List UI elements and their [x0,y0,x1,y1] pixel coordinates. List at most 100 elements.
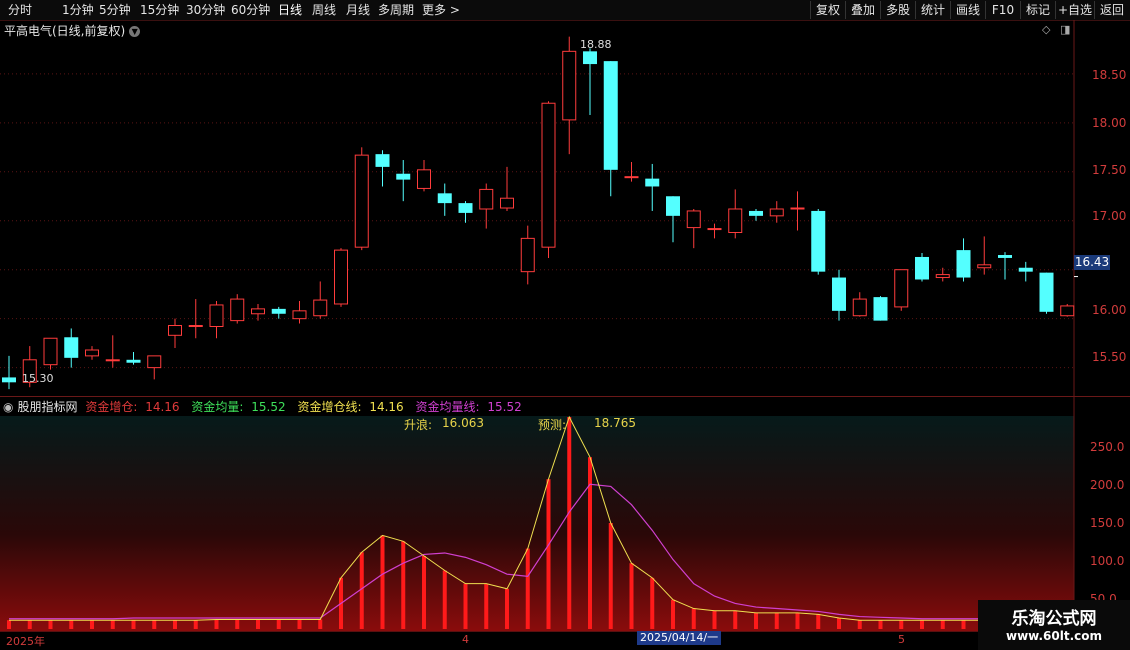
volume-bar [256,619,260,629]
candle-body [1039,272,1054,312]
volume-bar [235,619,240,629]
watermark: 乐淘公式网 www.60lt.com [978,600,1130,650]
legend-fund-average-line: 资金均量线: 15.52 [416,400,526,414]
volume-bar [152,620,157,629]
candle-body [458,203,473,213]
volume-bar [608,523,613,629]
tab-1min[interactable]: 1分钟 [62,2,94,18]
volume-bar [878,620,883,629]
period-toolbar: 分时 1分钟 5分钟 15分钟 30分钟 60分钟 日线 周线 月线 多周期 更… [0,0,1130,21]
candle-body [147,355,162,369]
candle-body [811,210,826,272]
legend-value: 14.16 [369,400,404,414]
y-tick-label: 17.50 [1092,163,1127,177]
volume-bar [131,620,136,629]
candle-body [998,255,1012,258]
volume-bar [650,577,655,629]
candle-body [85,349,99,357]
date-label-april: 4 [462,633,469,646]
add-watchlist-button[interactable]: +自选 [1055,1,1094,19]
date-label-may: 5 [898,633,905,646]
candle-body [749,210,763,216]
diamond-icon[interactable]: ◇ [1042,23,1050,36]
candle-body [956,250,971,278]
volume-bar [505,588,509,629]
candle-body [209,304,224,327]
draw-line-button[interactable]: 画线 [950,1,985,19]
indicator-name[interactable]: 股朋指标网 [17,400,77,414]
candle-body [873,297,888,321]
candle-body [292,310,307,320]
candle-body [105,359,120,362]
candle-body [396,173,411,180]
tab-more[interactable]: 更多 > [422,2,460,18]
candle-body [541,102,556,248]
candle-body [188,325,203,328]
rise-label: 升浪: [404,418,433,432]
tab-daily[interactable]: 日线 [278,2,302,18]
candle-body [1018,267,1033,272]
volume-bar [214,619,219,629]
volume-bar [774,612,779,629]
volume-bar [48,620,53,629]
volume-bar [816,614,821,629]
candle-body [520,237,535,273]
candle-body [437,193,452,204]
mark-button[interactable]: 标记 [1020,1,1055,19]
chevron-down-icon[interactable]: ▼ [129,26,141,37]
tab-weekly[interactable]: 周线 [312,2,336,18]
date-label-year: 2025年 [6,635,45,648]
legend-label: 资金均量线: [415,400,480,414]
legend-label: 资金均量: [191,400,244,414]
panel-toggle-icon[interactable]: ◨ [1060,23,1070,36]
stock-name: 平高电气(日线,前复权) [4,24,126,38]
volume-bar [276,619,281,629]
candle-body [271,308,286,314]
f10-button[interactable]: F10 [985,1,1020,19]
multi-stock-button[interactable]: 多股 [880,1,915,19]
tab-5min[interactable]: 5分钟 [99,2,131,18]
volume-bar [7,620,11,629]
candle-body [168,325,182,336]
restore-right-button[interactable]: 复权 [810,1,845,19]
candle-body [666,196,680,216]
y-tick-label: 16.00 [1092,303,1127,317]
candle-body [645,178,660,187]
ind-y-tick: 250.0 [1090,440,1125,454]
candle-body [64,337,79,358]
legend-label: 资金增仓线: [297,400,362,414]
tab-timeshare[interactable]: 分时 [8,2,32,18]
tab-monthly[interactable]: 月线 [346,2,370,18]
indicator-header: ◉ 股朋指标网 资金增仓: 14.16 资金均量: 15.52 资金增仓线: 14… [3,398,530,415]
volume-bar [940,620,945,629]
volume-bar [359,552,364,629]
indicator-toggle-icon[interactable]: ◉ [3,400,13,414]
candle-body [915,256,929,280]
predict-label: 预测: [538,418,567,432]
volume-bar [27,620,32,629]
watermark-url: www.60lt.com [1005,629,1103,643]
tab-60min[interactable]: 60分钟 [231,2,270,18]
tab-multi-period[interactable]: 多周期 [378,2,414,18]
back-button[interactable]: 返回 [1094,1,1129,19]
watermark-title: 乐淘公式网 [1011,609,1097,629]
volume-bar [754,612,758,629]
tab-30min[interactable]: 30分钟 [186,2,225,18]
overlay-button[interactable]: 叠加 [845,1,880,19]
volume-bar [837,618,841,629]
legend-value: 15.52 [251,400,286,414]
candlestick-chart[interactable] [0,20,1130,397]
statistics-button[interactable]: 统计 [915,1,950,19]
volume-bar [380,535,385,629]
volume-bar [110,620,115,629]
ind-y-tick: 200.0 [1090,478,1125,492]
volume-bar [899,620,904,629]
ind-y-tick: 150.0 [1090,516,1125,530]
volume-bar [961,620,966,629]
volume-bar [525,548,530,629]
date-axis: 2025年 4 5 [0,631,980,648]
tab-15min[interactable]: 15分钟 [140,2,179,18]
candle-body [935,274,950,279]
volume-bar [733,610,738,629]
chart-title: 平高电气(日线,前复权) ▼ [4,22,141,39]
